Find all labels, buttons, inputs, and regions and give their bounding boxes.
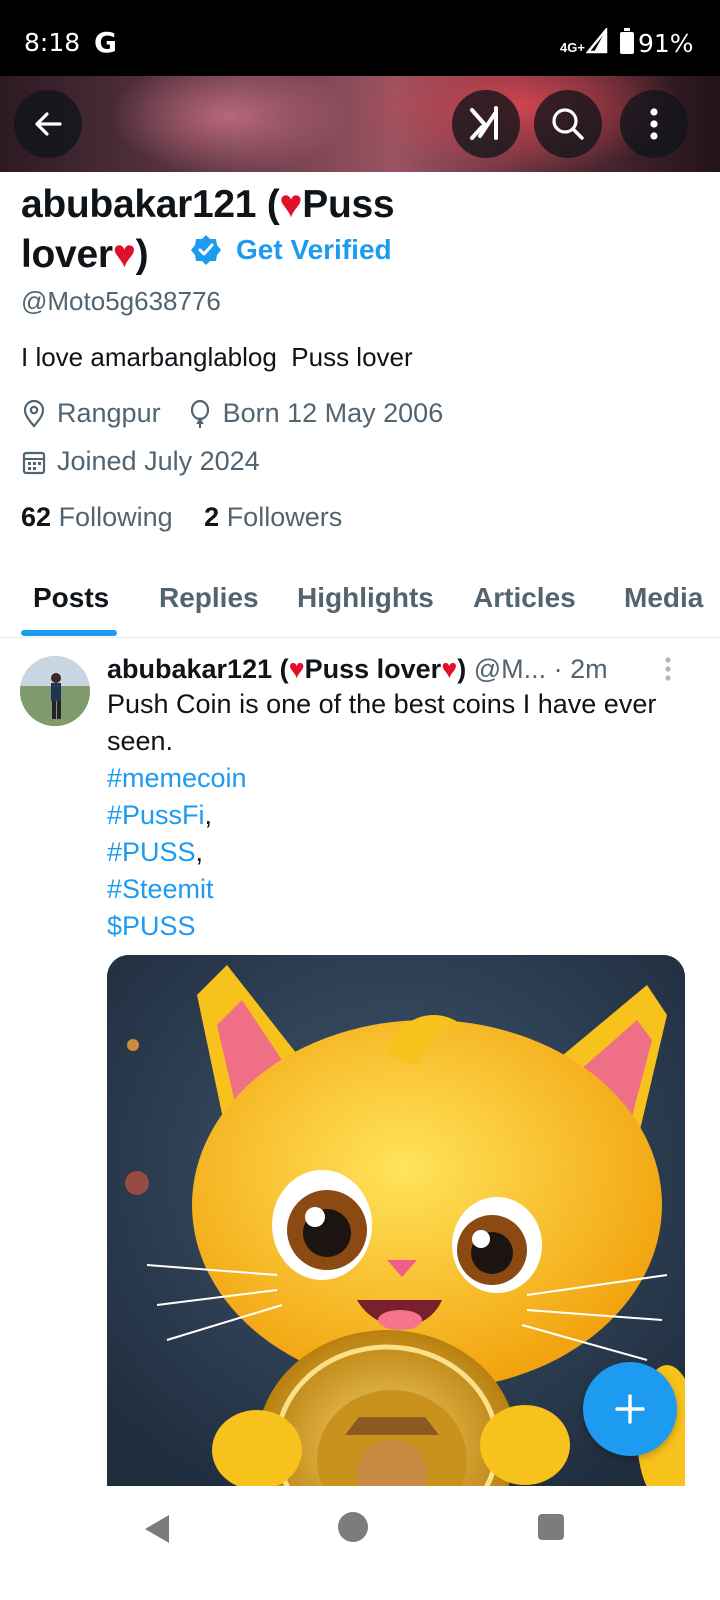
profile-meta: Rangpur Born 12 May 2006 — [21, 398, 443, 429]
tab-posts[interactable]: Posts — [33, 582, 109, 614]
follow-stats: 62 Following 2 Followers — [21, 502, 342, 533]
calendar-icon — [22, 451, 46, 474]
grok-icon — [470, 106, 498, 140]
battery-icon — [620, 28, 634, 54]
active-tab-indicator — [21, 630, 117, 636]
status-bar: 8:18 G 4G+ 91% — [0, 0, 720, 76]
verified-row: Get Verified — [190, 234, 392, 266]
hashtag-link[interactable]: #memecoin — [107, 763, 247, 793]
heart-icon: ♥ — [279, 183, 303, 226]
location-icon — [23, 399, 45, 428]
back-button[interactable] — [14, 90, 82, 158]
back-arrow-icon — [35, 112, 62, 136]
grok-button[interactable] — [452, 90, 520, 158]
following-link[interactable]: 62 Following — [21, 502, 173, 532]
post-more-button[interactable] — [664, 656, 672, 687]
more-vertical-icon — [665, 657, 671, 681]
joined-text: Joined July 2024 — [57, 446, 260, 476]
profile-bio: I love amarbanglablog Puss lover — [21, 342, 413, 372]
nav-back-icon[interactable] — [143, 1513, 171, 1545]
network-type: 4G+ — [560, 40, 585, 55]
post-text: Push Coin is one of the best coins I hav… — [107, 686, 687, 945]
heart-icon: ♥ — [112, 233, 136, 276]
signal-icon — [586, 28, 608, 54]
search-icon — [552, 108, 584, 140]
get-verified-link[interactable]: Get Verified — [236, 234, 392, 266]
hashtag-link[interactable]: #Steemit — [107, 874, 214, 904]
status-time: 8:18 — [24, 28, 81, 57]
google-icon: G — [94, 26, 117, 59]
followers-link[interactable]: 2 Followers — [204, 502, 342, 532]
battery-percent: 91% — [638, 29, 694, 58]
more-options-button[interactable] — [620, 90, 688, 158]
profile-banner — [0, 76, 720, 172]
location-text: Rangpur — [57, 398, 161, 428]
heart-icon: ♥ — [441, 654, 458, 684]
nav-recents-icon[interactable] — [538, 1514, 564, 1540]
profile-handle: @Moto5g638776 — [21, 286, 221, 316]
birth-text: Born 12 May 2006 — [222, 398, 444, 428]
profile-tabs: Posts Replies Highlights Articles Media — [0, 560, 720, 638]
compose-button[interactable] — [583, 1362, 677, 1456]
avatar-image — [20, 656, 90, 726]
plus-icon — [615, 1394, 645, 1424]
more-vertical-icon — [650, 108, 658, 140]
verified-badge-icon — [191, 235, 221, 265]
hashtag-link[interactable]: #PussFi — [107, 800, 205, 830]
hashtag-link[interactable]: #PUSS — [107, 837, 196, 867]
search-button[interactable] — [534, 90, 602, 158]
heart-icon: ♥ — [288, 654, 305, 684]
tab-media[interactable]: Media — [624, 582, 703, 614]
post-time: · 2m — [553, 654, 608, 684]
post-author[interactable]: abubakar121 (♥Puss lover♥) — [107, 654, 466, 684]
cashtag-link[interactable]: $PUSS — [107, 911, 196, 941]
avatar[interactable] — [20, 656, 90, 726]
tab-articles[interactable]: Articles — [473, 582, 576, 614]
post-header: abubakar121 (♥Puss lover♥) @M... · 2m — [107, 654, 608, 685]
joined-row: Joined July 2024 — [21, 446, 260, 477]
system-nav-bar — [0, 1486, 720, 1600]
post-body: Push Coin is one of the best coins I hav… — [107, 689, 657, 756]
tab-highlights[interactable]: Highlights — [297, 582, 434, 614]
balloon-icon — [190, 399, 209, 428]
post-handle: @M... — [473, 654, 547, 684]
tab-replies[interactable]: Replies — [159, 582, 259, 614]
nav-home-icon[interactable] — [338, 1512, 368, 1542]
